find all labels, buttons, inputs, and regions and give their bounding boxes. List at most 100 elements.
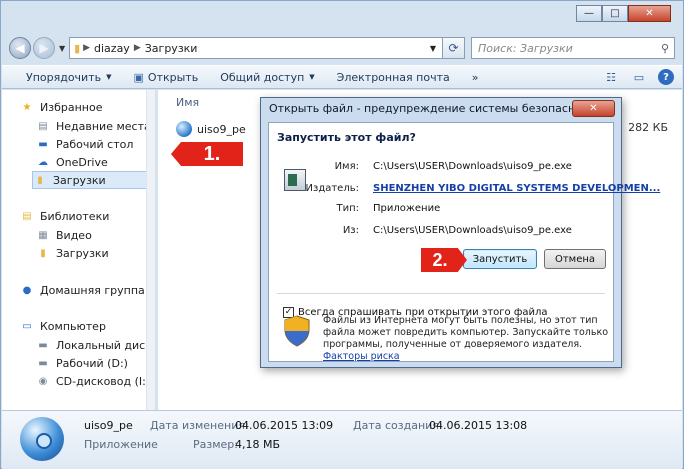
dialog-divider (277, 293, 605, 294)
drive-icon: ▬ (38, 339, 48, 351)
organize-label: Упорядочить (26, 70, 102, 84)
open-label: Открыть (147, 70, 199, 84)
sidebar-item-label: OneDrive (56, 155, 108, 169)
organize-menu[interactable]: Упорядочить ▼ (26, 71, 112, 84)
sidebar-item-label: Избранное (40, 100, 103, 114)
sidebar-item-label: Локальный диск (С (56, 338, 155, 352)
column-header-name[interactable]: Имя (176, 96, 199, 109)
type-value: Приложение (373, 203, 441, 214)
sidebar-item-label: Загрузки (53, 173, 106, 187)
name-label: Имя: (334, 161, 359, 172)
sidebar-item-downloads[interactable]: ▮ Загрузки (32, 171, 155, 189)
minimize-button[interactable]: — (576, 5, 602, 22)
sidebar-item-onedrive[interactable]: ☁ OneDrive (36, 153, 108, 171)
address-dropdown-icon[interactable]: ▼ (430, 44, 436, 53)
sidebar-item-label: Недавние места (56, 119, 151, 133)
cd-drive-icon: ◉ (38, 375, 48, 387)
window-caption-buttons: — □ ✕ (576, 5, 671, 22)
sidebar-item-favorites[interactable]: ★ Избранное (20, 98, 103, 116)
dialog-heading: Запустить этот файл? (277, 131, 416, 144)
from-label: Из: (342, 225, 359, 236)
recent-pages-dropdown-icon[interactable]: ▼ (59, 44, 65, 53)
more-label: » (471, 70, 479, 84)
view-options-icon[interactable]: ☷ (602, 69, 620, 86)
security-warning-dialog: Открыть файл - предупреждение системы бе… (260, 97, 660, 368)
step-1-arrow: 1. (171, 142, 243, 166)
details-file-name: uiso9_pe (84, 419, 133, 432)
toolbar-right: ☷ ▭ ? (602, 69, 674, 86)
chevron-down-icon: ▼ (309, 73, 315, 81)
command-bar: Упорядочить ▼ ▣ Открыть Общий доступ ▼ Элек… (2, 65, 682, 89)
navigation-pane: ★ Избранное ▤ Недавние места ▬ Рабочий стол… (2, 90, 156, 410)
sidebar-item-lib-downloads[interactable]: ▮ Загрузки (36, 244, 109, 262)
from-value: C:\Users\USER\Downloads\uiso9_pe.exe (373, 225, 572, 236)
help-icon[interactable]: ? (658, 69, 674, 85)
search-input[interactable]: Поиск: Загрузки ⚲ (471, 37, 675, 59)
breadcrumb-separator-icon: ▶ (80, 43, 91, 53)
email-button[interactable]: Электронная почта (337, 71, 450, 84)
open-button[interactable]: ▣ Открыть (134, 71, 199, 84)
open-icon: ▣ (133, 70, 144, 84)
recent-places-icon: ▤ (38, 120, 48, 132)
sidebar-item-computer[interactable]: ▭ Компьютер (20, 317, 106, 335)
computer-icon: ▭ (22, 320, 32, 332)
publisher-link[interactable]: SHENZHEN YIBO DIGITAL SYSTEMS DEVELOPMEN… (373, 183, 660, 194)
sidebar-item-homegroup[interactable]: ● Домашняя группа (20, 281, 145, 299)
sidebar-item-label: Рабочий (D:) (56, 356, 128, 370)
sidebar-item-label: Загрузки (56, 246, 109, 260)
breadcrumb-diazay[interactable]: diazay (94, 42, 130, 55)
sidebar-item-label: Домашняя группа (40, 283, 145, 297)
sidebar-item-desktop[interactable]: ▬ Рабочий стол (36, 135, 133, 153)
size-label: Размер: (193, 438, 238, 451)
address-bar[interactable]: ▮ ▶ diazay ▶ Загрузки ▼ (69, 37, 443, 59)
publisher-label: Издатель: (305, 183, 359, 194)
file-large-icon (20, 417, 64, 461)
iso-app-icon (176, 121, 192, 137)
file-item[interactable]: uiso9_pe (176, 121, 246, 137)
size-value: 4,18 МБ (235, 438, 281, 451)
run-button[interactable]: Запустить (463, 249, 537, 269)
step-2-arrow: 2. (421, 248, 467, 272)
desktop-icon: ▬ (38, 138, 48, 150)
dialog-title: Открыть файл - предупреждение системы бе… (269, 102, 602, 115)
warning-text: Файлы из Интернета могут быть полезны, н… (323, 315, 608, 350)
breadcrumb-downloads[interactable]: Загрузки (145, 42, 198, 55)
sidebar-item-label: Библиотеки (40, 209, 110, 223)
homegroup-icon: ● (22, 284, 32, 296)
sidebar-scrollbar[interactable] (146, 90, 155, 410)
sidebar-item-label: Видео (56, 228, 92, 242)
share-label: Общий доступ (220, 70, 305, 84)
sidebar-item-local-disk[interactable]: ▬ Локальный диск (С (36, 336, 155, 354)
downloads-folder-icon: ▮ (37, 174, 43, 186)
search-icon: ⚲ (660, 41, 669, 55)
refresh-icon: ⟳ (448, 41, 459, 55)
sidebar-item-label: Рабочий стол (56, 137, 134, 151)
sidebar-item-cd-drive[interactable]: ◉ CD-дисковод (I:) Le (36, 372, 156, 390)
close-button[interactable]: ✕ (628, 5, 671, 22)
sidebar-item-label: CD-дисковод (I:) Le (56, 374, 156, 388)
more-commands-button[interactable]: » (472, 71, 479, 84)
sidebar-item-libraries[interactable]: ▤ Библиотеки (20, 207, 109, 225)
file-size: 282 КБ (628, 121, 668, 134)
dialog-body: Запустить этот файл? Имя: C:\Users\USER\… (268, 122, 660, 362)
sidebar-item-desktop-d[interactable]: ▬ Рабочий (D:) (36, 354, 128, 372)
back-button[interactable]: ◀ (9, 37, 31, 59)
sidebar-item-video[interactable]: ▦ Видео (36, 226, 92, 244)
back-arrow-icon: ◀ (15, 41, 25, 55)
cancel-button[interactable]: Отмена (544, 249, 606, 269)
video-icon: ▦ (38, 229, 48, 241)
breadcrumb-separator-icon: ▶ (133, 43, 141, 53)
dialog-close-button[interactable]: ✕ (572, 100, 615, 117)
share-menu[interactable]: Общий доступ ▼ (220, 71, 314, 84)
star-icon: ★ (22, 101, 32, 113)
details-pane: uiso9_pe Приложение Дата изменения: 04.0… (2, 410, 682, 469)
drive-icon: ▬ (38, 357, 48, 369)
refresh-button[interactable]: ⟳ (443, 37, 465, 59)
preview-pane-icon[interactable]: ▭ (630, 69, 648, 86)
sidebar-item-recent[interactable]: ▤ Недавние места (36, 117, 151, 135)
maximize-button[interactable]: □ (602, 5, 628, 22)
forward-button[interactable]: ▶ (33, 37, 55, 59)
chevron-down-icon: ▼ (106, 73, 112, 81)
risk-factors-link[interactable]: Факторы риска (323, 351, 400, 362)
modified-value: 04.06.2015 13:09 (235, 419, 334, 432)
